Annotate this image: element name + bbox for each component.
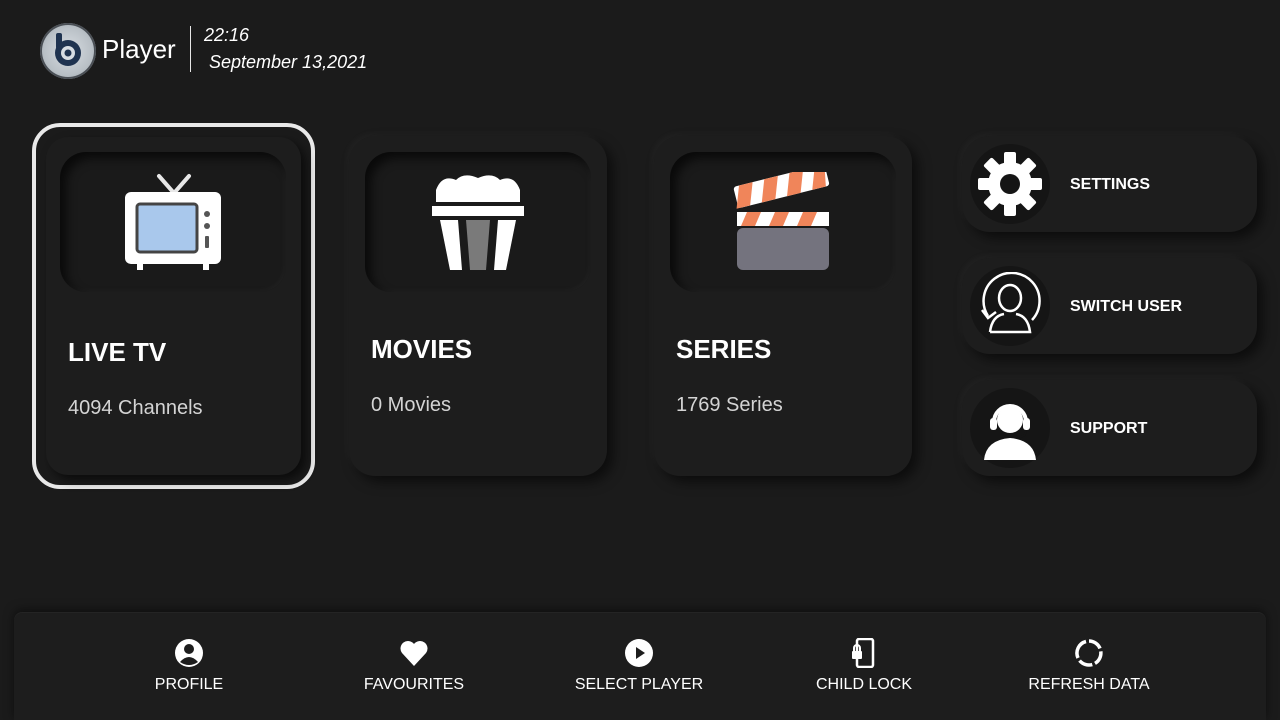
favourites-label: FAVOURITES [363, 676, 465, 693]
settings-button[interactable]: SETTINGS [962, 136, 1257, 232]
profile-button[interactable]: PROFILE [99, 638, 279, 694]
header-divider [190, 26, 191, 72]
child-lock-button[interactable]: CHILD LOCK [774, 638, 954, 694]
switch-user-button[interactable]: SWITCH USER [962, 258, 1257, 354]
heart-icon [400, 641, 428, 666]
movies-count: 0 Movies [371, 394, 452, 416]
live-tv-card[interactable]: LIVE TV 4094 Channels [32, 123, 315, 489]
phone-lock-icon [852, 638, 875, 668]
live-tv-icon-box [60, 152, 286, 292]
b-player-logo-icon [55, 33, 81, 66]
movies-icon-box [365, 152, 591, 292]
clock-time: 22:16 [204, 25, 250, 45]
movies-title: MOVIES [371, 334, 473, 364]
popcorn-icon [432, 175, 524, 270]
play-circle-icon [625, 639, 653, 667]
support-label: SUPPORT [1070, 420, 1148, 437]
series-card[interactable]: SERIES 1769 Series [654, 136, 912, 476]
settings-icon-holder [970, 144, 1050, 224]
gear-icon [978, 152, 1042, 216]
clapperboard-icon [733, 172, 830, 270]
profile-icon [175, 639, 203, 667]
switch-user-icon-holder [970, 266, 1050, 346]
bottom-nav-bar: PROFILE FAVOURITES SELECT PLAYER CHILD L… [14, 612, 1266, 720]
switch-user-icon [981, 272, 1041, 334]
live-tv-title: LIVE TV [68, 337, 167, 367]
series-count: 1769 Series [676, 394, 783, 416]
favourites-button[interactable]: FAVOURITES [324, 638, 504, 694]
refresh-data-label: REFRESH DATA [1028, 676, 1150, 693]
switch-user-label: SWITCH USER [1070, 298, 1182, 315]
app-logo [40, 23, 96, 79]
profile-label: PROFILE [154, 676, 224, 693]
refresh-icon [1075, 639, 1103, 667]
support-icon-holder [970, 388, 1050, 468]
settings-label: SETTINGS [1070, 176, 1151, 193]
child-lock-label: CHILD LOCK [815, 676, 913, 693]
clock-date: September 13,2021 [209, 52, 368, 72]
app-name: Player [102, 34, 176, 64]
select-player-button[interactable]: SELECT PLAYER [549, 638, 729, 694]
movies-card[interactable]: MOVIES 0 Movies [349, 136, 607, 476]
tv-icon [125, 174, 221, 270]
refresh-data-button[interactable]: REFRESH DATA [999, 638, 1179, 694]
headset-support-icon [984, 404, 1036, 460]
live-tv-count: 4094 Channels [68, 397, 203, 419]
support-button[interactable]: SUPPORT [962, 380, 1257, 476]
series-title: SERIES [676, 334, 772, 364]
select-player-label: SELECT PLAYER [574, 676, 704, 693]
series-icon-box [670, 152, 896, 292]
